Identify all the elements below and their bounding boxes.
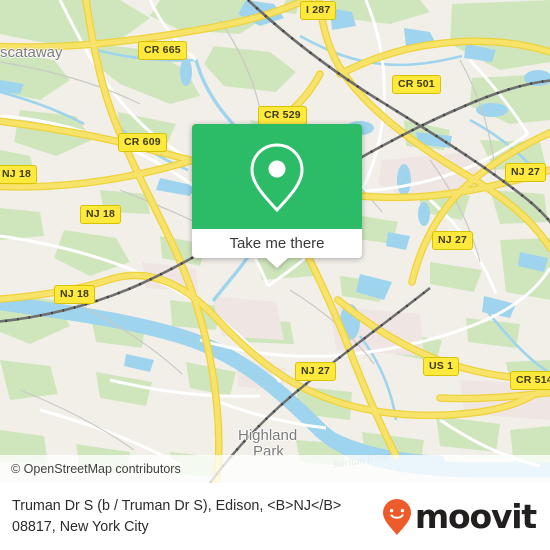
location-address: Truman Dr S (b / Truman Dr S), Edison, <… (12, 496, 341, 538)
moovit-wordmark: moovit (414, 497, 537, 536)
shield-cr-529[interactable]: CR 529 (258, 106, 307, 125)
callout-pin-area (192, 124, 362, 229)
attribution-text: © OpenStreetMap contributors (11, 462, 181, 476)
shield-i-287[interactable]: I 287 (300, 1, 337, 20)
shield-nj-27-low[interactable]: NJ 27 (295, 362, 337, 381)
shield-cr-501[interactable]: CR 501 (392, 75, 441, 94)
shield-cr-514[interactable]: CR 514 (510, 371, 550, 390)
place-label-highland-park: Highland (238, 427, 298, 444)
take-me-there-label: Take me there (229, 235, 325, 252)
footer-bar: Truman Dr S (b / Truman Dr S), Edison, <… (0, 483, 550, 550)
place-label-piscataway: scataway (0, 44, 63, 61)
shield-nj-27-mid[interactable]: NJ 27 (432, 231, 474, 250)
moovit-logo[interactable]: moovit (382, 498, 540, 536)
shield-cr-609[interactable]: CR 609 (118, 133, 167, 152)
location-callout[interactable]: Take me there (192, 124, 362, 268)
address-line-1: Truman Dr S (b / Truman Dr S), Edison, <… (12, 497, 342, 514)
map-screen: scataway Highland Park Raritan River I 2… (0, 0, 550, 550)
take-me-there-button[interactable]: Take me there (192, 229, 362, 268)
address-line-2: 08817, New York City (12, 518, 149, 535)
map-attribution[interactable]: © OpenStreetMap contributors (0, 455, 550, 483)
callout-tail (266, 258, 288, 268)
shield-nj-27-right[interactable]: NJ 27 (505, 163, 547, 182)
shield-cr-665[interactable]: CR 665 (138, 41, 187, 60)
shield-nj-18-top[interactable]: NJ 18 (0, 165, 38, 184)
moovit-smiley-pin-icon (382, 498, 411, 535)
map-canvas[interactable]: scataway Highland Park Raritan River I 2… (0, 0, 550, 483)
map-pin-icon (250, 142, 304, 212)
shield-nj-18-low[interactable]: NJ 18 (54, 285, 96, 304)
shield-us-1[interactable]: US 1 (423, 357, 460, 376)
footer-content: Truman Dr S (b / Truman Dr S), Edison, <… (0, 483, 550, 550)
shield-nj-18-mid[interactable]: NJ 18 (80, 205, 122, 224)
